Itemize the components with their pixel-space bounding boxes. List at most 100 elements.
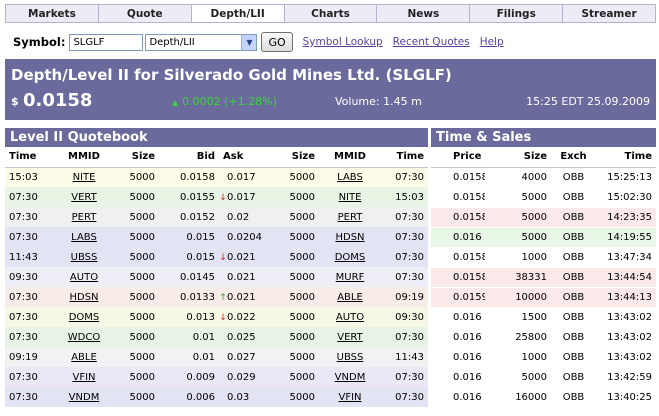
ask-mmid[interactable]: VFIN bbox=[319, 387, 381, 407]
mmid-link[interactable]: HDSN bbox=[335, 232, 364, 243]
bid-mmid[interactable]: WDCO bbox=[53, 327, 115, 347]
ts-price: 0.016 bbox=[431, 387, 485, 408]
ts-time: 13:40:25 bbox=[596, 387, 656, 408]
nav-tab-streamer[interactable]: Streamer bbox=[563, 5, 656, 22]
bid-time: 07:30 bbox=[9, 291, 38, 303]
view-select[interactable]: Depth/LII ▼ bbox=[145, 33, 258, 51]
bid-time: 07:30 bbox=[9, 191, 38, 203]
mmid-link[interactable]: VNDM bbox=[335, 372, 366, 383]
ask-time: 11:43 bbox=[395, 351, 424, 363]
bid-mmid[interactable]: VFIN bbox=[53, 367, 115, 387]
mmid-link[interactable]: UBSS bbox=[337, 352, 364, 363]
bid-mmid[interactable]: VNDM bbox=[53, 387, 115, 407]
ts-time: 13:42:59 bbox=[596, 367, 656, 388]
bid-mmid[interactable]: LABS bbox=[53, 227, 115, 247]
mmid-link[interactable]: AUTO bbox=[336, 312, 364, 323]
ask-mmid[interactable]: LABS bbox=[319, 167, 381, 187]
bid-mmid[interactable]: DOMS bbox=[53, 307, 115, 327]
bid-price: 0.013 bbox=[186, 311, 215, 323]
bid-price: 0.015 bbox=[186, 231, 215, 243]
mmid-link[interactable]: LABS bbox=[337, 172, 363, 183]
mmid-link[interactable]: ABLE bbox=[337, 292, 363, 303]
bid-mmid[interactable]: UBSS bbox=[53, 247, 115, 267]
bid-time: 07:30 bbox=[9, 331, 38, 343]
bid-mmid[interactable]: ABLE bbox=[53, 347, 115, 367]
mmid-link[interactable]: NITE bbox=[73, 172, 96, 183]
ask-mmid[interactable]: ABLE bbox=[319, 287, 381, 307]
table-row: 09:19 ABLE 5000 0.01 0.027 5000 UBSS 11:43 bbox=[5, 347, 428, 367]
col-header: MMID bbox=[319, 147, 381, 168]
ts-size: 1500 bbox=[485, 307, 551, 328]
chevron-down-icon[interactable]: ▼ bbox=[241, 34, 257, 50]
symbol-lookup-link[interactable]: Symbol Lookup bbox=[303, 36, 383, 48]
ask-price: ↓0.021 bbox=[219, 247, 275, 267]
recent-quotes-link[interactable]: Recent Quotes bbox=[393, 36, 470, 48]
bid-price: 0.01 bbox=[192, 331, 215, 343]
bid-mmid[interactable]: PERT bbox=[53, 207, 115, 227]
mmid-link[interactable]: DOMS bbox=[335, 252, 366, 263]
table-row: 07:30 VNDM 5000 0.006 0.03 5000 VFIN 07:30 bbox=[5, 387, 428, 407]
nav-tab-news[interactable]: News bbox=[377, 5, 471, 22]
mmid-link[interactable]: VFIN bbox=[72, 372, 95, 383]
nav-tab-markets[interactable]: Markets bbox=[6, 5, 99, 22]
mmid-link[interactable]: UBSS bbox=[71, 252, 98, 263]
mmid-link[interactable]: PERT bbox=[72, 212, 97, 223]
mmid-link[interactable]: VERT bbox=[71, 192, 97, 203]
ask-mmid[interactable]: DOMS bbox=[319, 247, 381, 267]
mmid-link[interactable]: VERT bbox=[337, 332, 363, 343]
ts-size: 5000 bbox=[485, 187, 551, 208]
bid-size: 5000 bbox=[129, 231, 155, 243]
ask-mmid[interactable]: MURF bbox=[319, 267, 381, 287]
mmid-link[interactable]: WDCO bbox=[68, 332, 100, 343]
nav-tab-depth[interactable]: Depth/LII bbox=[191, 5, 285, 22]
ask-price: 0.021 bbox=[219, 267, 275, 287]
bid-mmid[interactable]: VERT bbox=[53, 187, 115, 207]
ask-mmid[interactable]: UBSS bbox=[319, 347, 381, 367]
mmid-link[interactable]: DOMS bbox=[69, 312, 100, 323]
nav-tab-filings[interactable]: Filings bbox=[470, 5, 564, 22]
ask-mmid[interactable]: AUTO bbox=[319, 307, 381, 327]
ts-exch: OBB bbox=[551, 247, 596, 268]
mmid-link[interactable]: ABLE bbox=[71, 352, 97, 363]
bid-price: 0.0145 bbox=[180, 271, 215, 283]
bid-mmid[interactable]: AUTO bbox=[53, 267, 115, 287]
mmid-link[interactable]: VNDM bbox=[69, 392, 100, 403]
ts-exch: OBB bbox=[551, 187, 596, 208]
ts-time: 13:43:02 bbox=[596, 347, 656, 368]
currency-symbol: $ bbox=[11, 95, 19, 108]
ask-mmid[interactable]: NITE bbox=[319, 187, 381, 207]
mmid-link[interactable]: HDSN bbox=[69, 292, 98, 303]
table-row: 0.0158 4000 OBB 15:25:13 bbox=[431, 167, 656, 188]
ask-value: 0.021 bbox=[227, 291, 256, 303]
ts-price: 0.0159 bbox=[431, 287, 485, 308]
ask-mmid[interactable]: HDSN bbox=[319, 227, 381, 247]
arrow-down-icon: ↓ bbox=[219, 252, 227, 263]
nav-tab-quote[interactable]: Quote bbox=[98, 5, 192, 22]
symbol-label: Symbol: bbox=[13, 35, 66, 49]
ask-mmid[interactable]: PERT bbox=[319, 207, 381, 227]
table-row: 0.0159 10000 OBB 13:44:13 bbox=[431, 287, 656, 308]
ask-mmid[interactable]: VERT bbox=[319, 327, 381, 347]
nav-tab-charts[interactable]: Charts bbox=[284, 5, 378, 22]
help-link[interactable]: Help bbox=[480, 36, 504, 48]
symbol-input[interactable] bbox=[69, 33, 144, 51]
bid-time: 07:30 bbox=[9, 211, 38, 223]
mmid-link[interactable]: MURF bbox=[336, 272, 365, 283]
ask-value: 0.022 bbox=[227, 311, 256, 323]
mmid-link[interactable]: NITE bbox=[339, 192, 362, 203]
ts-price: 0.016 bbox=[431, 367, 485, 388]
bid-time: 07:30 bbox=[9, 311, 38, 323]
ask-price: 0.017 bbox=[219, 167, 275, 187]
bid-mmid[interactable]: HDSN bbox=[53, 287, 115, 307]
mmid-link[interactable]: AUTO bbox=[70, 272, 98, 283]
level2-header-row: Time MMID Size Bid Ask Size MMID Time bbox=[5, 147, 428, 168]
go-button[interactable]: GO bbox=[261, 32, 293, 52]
ask-value: 0.025 bbox=[227, 331, 256, 343]
mmid-link[interactable]: VFIN bbox=[338, 392, 361, 403]
bid-price: 0.015 bbox=[186, 251, 215, 263]
mmid-link[interactable]: LABS bbox=[71, 232, 97, 243]
ask-time: 07:30 bbox=[395, 331, 424, 343]
bid-mmid[interactable]: NITE bbox=[53, 167, 115, 187]
mmid-link[interactable]: PERT bbox=[338, 212, 363, 223]
ask-mmid[interactable]: VNDM bbox=[319, 367, 381, 387]
